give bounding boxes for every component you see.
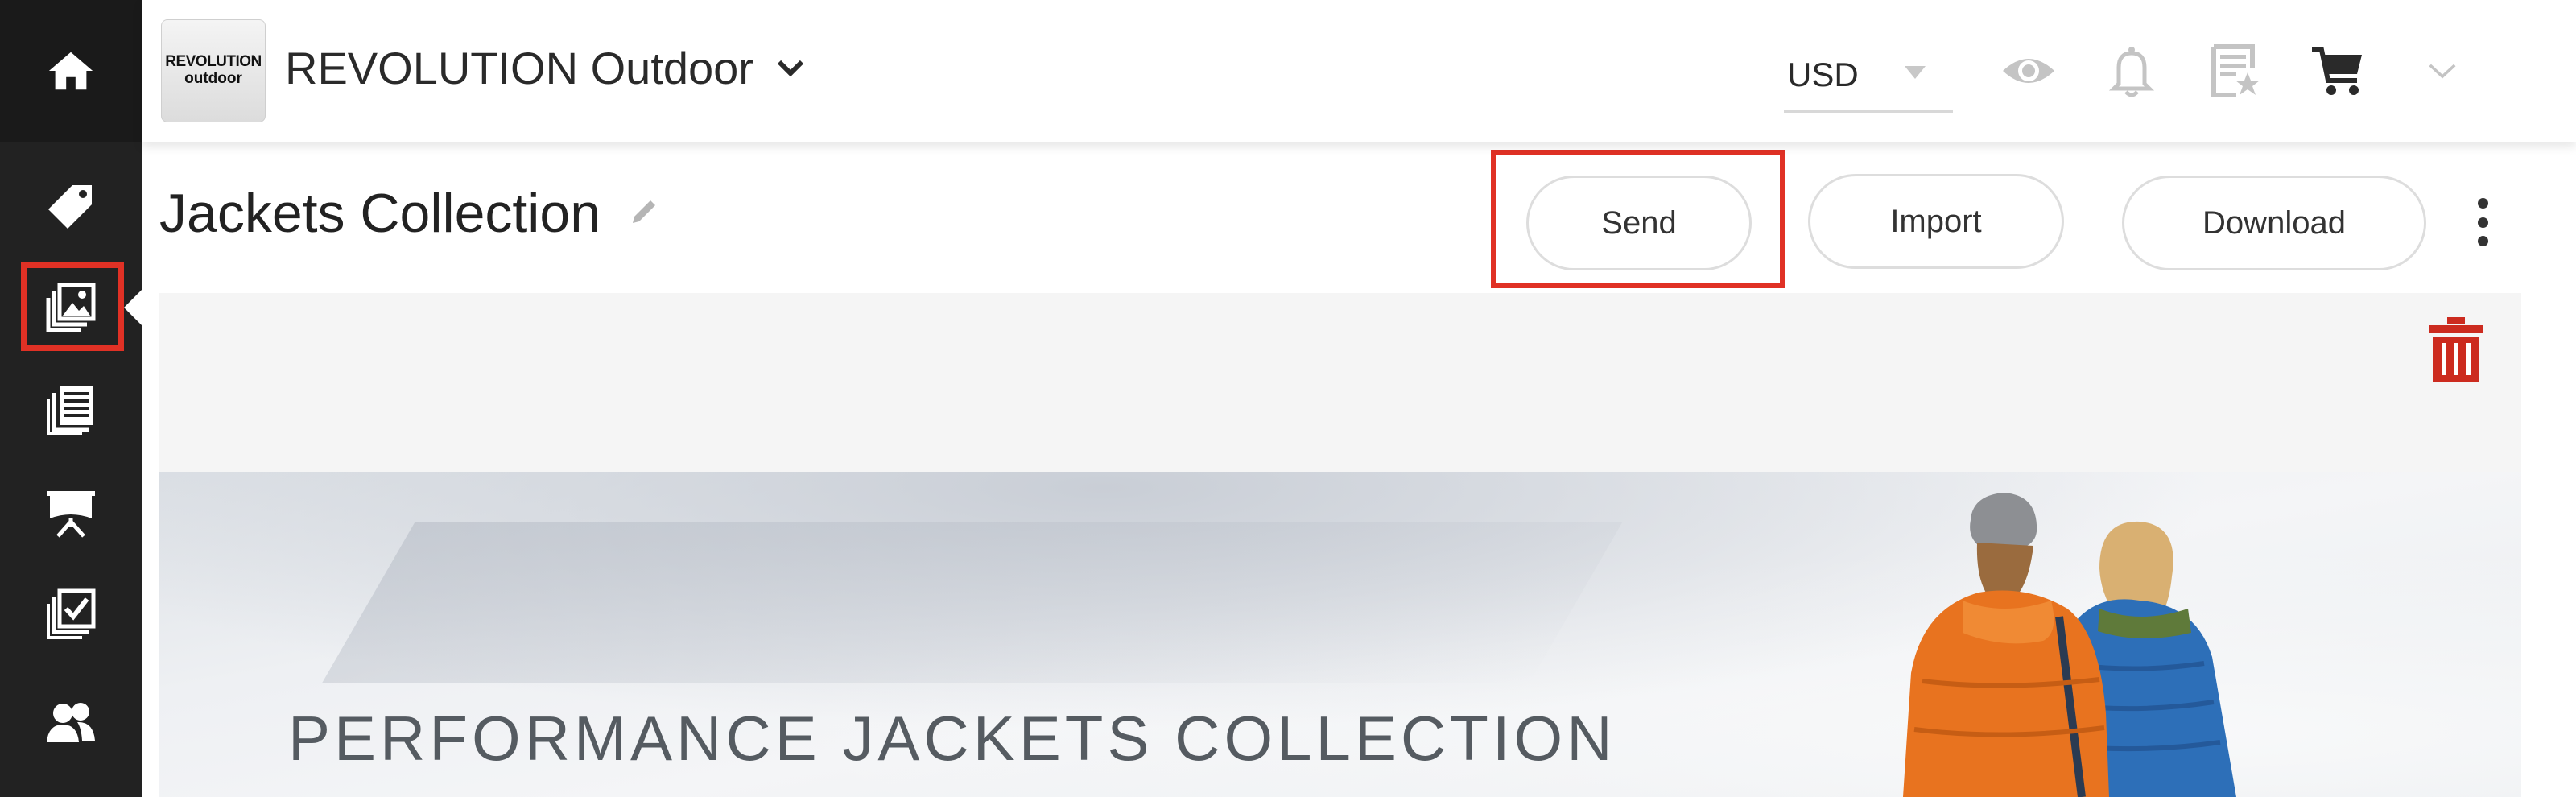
send-button[interactable]: Send — [1526, 176, 1752, 270]
page-title: Jackets Collection — [159, 183, 601, 244]
users-icon — [47, 703, 95, 742]
presentation-icon — [47, 491, 95, 538]
download-button[interactable]: Download — [2122, 176, 2426, 270]
favorites-button[interactable] — [2202, 39, 2267, 103]
kebab-dot — [2477, 217, 2488, 228]
cart-icon — [2312, 47, 2362, 95]
kebab-dot — [2477, 236, 2488, 246]
brand-switcher[interactable]: REVOLUTION Outdoor — [285, 42, 807, 94]
notifications-button[interactable] — [2099, 39, 2164, 103]
currency-select[interactable]: USD — [1784, 39, 1953, 113]
sidebar-item-users[interactable] — [0, 675, 142, 771]
caret-down-icon — [1905, 66, 1926, 79]
chevron-down-icon — [2429, 64, 2456, 79]
chevron-down-icon — [777, 60, 804, 76]
page-title-row: Jackets Collection — [159, 182, 660, 245]
sidebar-item-home[interactable] — [0, 0, 142, 142]
price-tag-icon — [48, 185, 92, 229]
hero-banner-image: PERFORMANCE JACKETS COLLECTION — [159, 472, 2521, 797]
delete-page-button[interactable] — [2428, 317, 2484, 382]
eye-icon — [2003, 59, 2054, 83]
preview-button[interactable] — [1996, 39, 2061, 103]
collections-icon — [46, 283, 96, 332]
home-icon — [48, 52, 93, 90]
sidebar — [0, 0, 142, 797]
brand-logo[interactable]: REVOLUTION outdoor — [161, 19, 266, 122]
mountain-ridge — [322, 522, 1623, 683]
cart-button[interactable] — [2306, 39, 2370, 103]
edit-title-button[interactable] — [628, 196, 660, 232]
logo-line-2: outdoor — [184, 70, 242, 87]
banner-headline: PERFORMANCE JACKETS COLLECTION — [288, 703, 1616, 774]
brand-name: REVOLUTION Outdoor — [285, 43, 753, 93]
import-button[interactable]: Import — [1808, 174, 2064, 269]
trash-icon — [2429, 317, 2483, 382]
sidebar-item-catalogs[interactable] — [0, 361, 142, 457]
sidebar-item-collections[interactable] — [0, 259, 142, 356]
sidebar-item-orders[interactable] — [0, 565, 142, 662]
sidebar-item-presentations[interactable] — [0, 464, 142, 560]
collection-page-panel: PERFORMANCE JACKETS COLLECTION — [159, 293, 2521, 797]
bell-icon — [2108, 47, 2155, 97]
logo-line-1: REVOLUTION — [165, 53, 262, 71]
checklist-icon — [47, 588, 96, 639]
catalog-list-icon — [47, 386, 93, 435]
more-options-button[interactable] — [2460, 192, 2505, 253]
currency-value: USD — [1787, 55, 1859, 93]
kebab-dot — [2477, 198, 2488, 209]
sidebar-item-products[interactable] — [0, 158, 142, 254]
top-header: REVOLUTION outdoor REVOLUTION Outdoor US… — [142, 0, 2576, 142]
pencil-icon — [633, 200, 656, 223]
hikers-illustration — [1903, 493, 2236, 797]
starred-list-icon — [2211, 44, 2260, 97]
account-menu-button[interactable] — [2410, 39, 2475, 103]
